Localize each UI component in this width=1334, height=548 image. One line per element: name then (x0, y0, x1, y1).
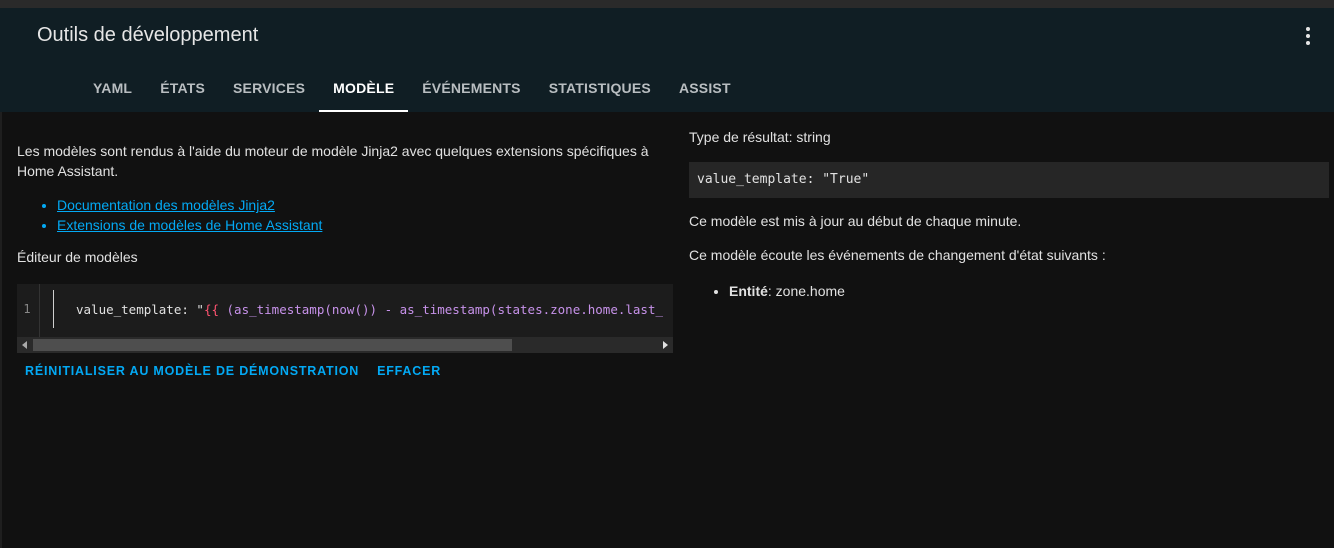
horizontal-scrollbar[interactable] (17, 337, 673, 353)
result-type: Type de résultat: string (689, 129, 831, 145)
editor-actions: RÉINITIALISER AU MODÈLE DE DÉMONSTRATION… (17, 362, 451, 380)
menu-dot (1306, 34, 1310, 38)
editor-label: Éditeur de modèles (17, 249, 138, 265)
entity-label: Entité (729, 283, 768, 299)
doc-links: Documentation des modèles Jinja2 Extensi… (17, 195, 322, 235)
menu-dot (1306, 41, 1310, 45)
scroll-left-icon[interactable] (20, 340, 30, 350)
code-expression: (as_timestamp(now()) - as_timestamp(stat… (219, 302, 664, 317)
tab-services[interactable]: SERVICES (219, 64, 319, 112)
tab-template[interactable]: MODÈLE (319, 64, 409, 112)
list-item: Documentation des modèles Jinja2 (57, 195, 322, 215)
reset-demo-button[interactable]: RÉINITIALISER AU MODÈLE DE DÉMONSTRATION (17, 362, 369, 380)
intro-text: Les modèles sont rendus à l'aide du mote… (17, 143, 649, 179)
listen-note: Ce modèle écoute les événements de chang… (689, 247, 1106, 263)
tab-states[interactable]: ÉTATS (146, 64, 219, 112)
code-editor[interactable]: 1 value_template: "{{ (as_timestamp(now(… (17, 284, 673, 353)
code-brace: {{ (203, 302, 219, 317)
tab-events[interactable]: ÉVÉNEMENTS (408, 64, 534, 112)
scroll-right-icon[interactable] (660, 340, 670, 350)
menu-dot (1306, 27, 1310, 31)
code-key: value_template: " (76, 302, 204, 317)
scrollbar-thumb[interactable] (33, 339, 512, 351)
tab-yaml[interactable]: YAML (79, 64, 146, 112)
page-title: Outils de développement (37, 24, 259, 46)
code-line[interactable]: value_template: "{{ (as_timestamp(now())… (76, 302, 663, 317)
result-output: value_template: "True" (689, 162, 1329, 198)
entity-value: : zone.home (767, 283, 845, 299)
line-number: 1 (23, 302, 31, 316)
ha-extensions-link[interactable]: Extensions de modèles de Home Assistant (57, 217, 322, 233)
editor-gutter: 1 (17, 284, 40, 337)
tab-statistics[interactable]: STATISTIQUES (535, 64, 665, 112)
app-header: Outils de développement YAML ÉTATS SERVI… (0, 8, 1334, 112)
entity-list: Entité: zone.home (689, 281, 845, 301)
jinja2-docs-link[interactable]: Documentation des modèles Jinja2 (57, 197, 275, 213)
update-note: Ce modèle est mis à jour au début de cha… (689, 213, 1022, 229)
text-cursor (53, 290, 54, 328)
list-item: Extensions de modèles de Home Assistant (57, 215, 322, 235)
window-top-strip (0, 0, 1334, 8)
clear-button[interactable]: EFFACER (369, 362, 451, 380)
tab-assist[interactable]: ASSIST (665, 64, 745, 112)
more-vertical-icon[interactable] (1296, 24, 1320, 48)
tab-bar: YAML ÉTATS SERVICES MODÈLE ÉVÉNEMENTS ST… (79, 64, 745, 112)
list-item: Entité: zone.home (729, 281, 845, 301)
